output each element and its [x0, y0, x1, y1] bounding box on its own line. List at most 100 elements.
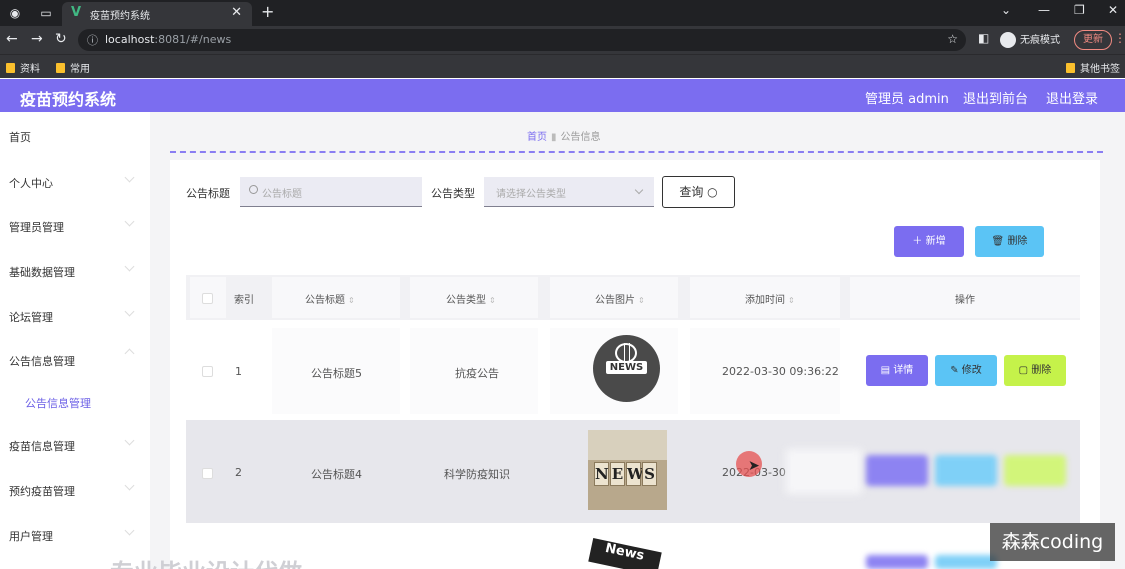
sidebar-item-user-management[interactable]: 用户管理	[9, 528, 53, 544]
notice-image[interactable]: NEWS	[588, 430, 667, 510]
select-all-checkbox[interactable]	[202, 293, 213, 304]
row-type: 科学防疫知识	[444, 468, 510, 481]
minimize-icon[interactable]: —	[1038, 3, 1050, 17]
breadcrumb: 首页 ▮ 公告信息	[527, 128, 601, 143]
type-filter-label: 公告类型	[431, 187, 475, 200]
chevron-down-icon	[634, 185, 644, 195]
title-search-input[interactable]: 公告标题	[240, 177, 422, 207]
overlay-caption: 专业毕业设计代做	[110, 553, 302, 569]
sidebar-item-forum[interactable]: 论坛管理	[9, 309, 53, 325]
sort-icon[interactable]: ⇕	[489, 296, 496, 305]
incognito-icon	[1000, 32, 1016, 48]
sidebar-item-vaccine-appointment[interactable]: 预约疫苗管理	[9, 483, 75, 499]
exit-to-front-link[interactable]: 退出到前台	[963, 88, 1028, 107]
url-text: localhost:8081/#/news	[105, 33, 232, 46]
trash-icon: ▢	[1018, 365, 1029, 376]
news-tiles: N E WS	[594, 462, 658, 488]
info-icon[interactable]: ⓘ	[87, 32, 98, 48]
close-window-icon[interactable]: ✕	[1108, 3, 1118, 17]
vue-logo-icon: V	[71, 5, 82, 20]
row-type: 抗疫公告	[455, 367, 499, 380]
url-field[interactable]: ⓘ localhost:8081/#/news ☆	[78, 29, 966, 51]
plus-icon: ＋	[912, 236, 923, 247]
new-tab-icon[interactable]: +	[261, 2, 274, 21]
delete-button[interactable]	[1004, 455, 1066, 486]
browser-tab-bar: ◉ ▭ V 疫苗预约系统 ✕ + ⌄ — ❐ ✕	[0, 0, 1125, 26]
folder-icon	[56, 63, 65, 73]
row-checkbox[interactable]	[202, 366, 213, 377]
sidebar-item-notice-management[interactable]: 公告信息管理	[9, 353, 75, 369]
edit-button[interactable]: ✎ 修改	[935, 355, 997, 386]
search-icon	[249, 185, 258, 194]
batch-delete-button[interactable]: 🗑 删除	[975, 226, 1044, 257]
sidebar-item-base-data[interactable]: 基础数据管理	[9, 264, 75, 280]
admin-user-label: 管理员 admin	[865, 92, 949, 107]
breadcrumb-home[interactable]: 首页	[527, 132, 547, 143]
incognito-indicator[interactable]: 无痕模式	[1000, 31, 1060, 48]
add-button[interactable]: ＋ 新增	[894, 226, 964, 257]
delete-button[interactable]: ▢ 删除	[1004, 355, 1066, 386]
restore-icon[interactable]: ❐	[1074, 3, 1085, 17]
address-bar-row: ← → ↻ ⓘ localhost:8081/#/news ☆ ◧ 无痕模式 更…	[0, 26, 1125, 54]
blurred-region	[786, 449, 862, 494]
type-select[interactable]: 请选择公告类型	[484, 177, 654, 207]
query-button[interactable]: 查询 ○	[662, 176, 735, 208]
update-button[interactable]: 更新	[1074, 30, 1112, 50]
browser-menu-kebab-icon[interactable]: ⋮	[1114, 31, 1125, 45]
breadcrumb-separator-icon: ▮	[551, 132, 557, 143]
detail-button[interactable]: ▤ 详情	[866, 355, 928, 386]
bookmarks-bar: 资料 常用 其他书签	[0, 54, 1125, 78]
reload-icon[interactable]: ↻	[55, 31, 67, 47]
sidebar-item-vaccine-info[interactable]: 疫苗信息管理	[9, 438, 75, 454]
detail-button[interactable]	[866, 455, 928, 486]
bookmark-folder-ziliao[interactable]: 资料	[6, 60, 40, 75]
sort-icon[interactable]: ⇕	[638, 296, 645, 305]
row-checkbox[interactable]	[202, 468, 213, 479]
column-header-title[interactable]: 公告标题 ⇕	[305, 291, 355, 306]
title-filter-label: 公告标题	[186, 187, 230, 200]
notice-image[interactable]: NEWS	[593, 335, 660, 402]
pencil-icon: ✎	[950, 365, 959, 376]
sidebar-item-home[interactable]: 首页	[9, 129, 31, 145]
sidebar-item-admin-management[interactable]: 管理员管理	[9, 219, 64, 235]
globe-icon	[615, 343, 637, 363]
bookmark-star-icon[interactable]: ☆	[947, 32, 958, 46]
forward-icon[interactable]: →	[31, 31, 43, 47]
column-header-actions: 操作	[955, 295, 975, 306]
folder-icon	[1066, 63, 1075, 73]
sidebar-subitem-notice-management[interactable]: 公告信息管理	[25, 395, 91, 411]
browser-tab[interactable]: V 疫苗预约系统 ✕	[62, 2, 252, 26]
app-header: 疫苗预约系统 管理员 admin 退出到前台 退出登录	[0, 79, 1125, 112]
logout-link[interactable]: 退出登录	[1046, 88, 1098, 107]
column-header-type[interactable]: 公告类型 ⇕	[446, 291, 496, 306]
tab-search-icon[interactable]: ▭	[37, 4, 55, 22]
close-tab-icon[interactable]: ✕	[231, 5, 242, 20]
mouse-cursor-icon: ➤	[748, 458, 760, 474]
app-title: 疫苗预约系统	[20, 90, 117, 109]
row-index: 1	[235, 365, 242, 378]
row-title: 公告标题5	[311, 367, 362, 380]
edit-button[interactable]	[935, 555, 997, 569]
folder-icon	[6, 63, 15, 73]
detail-button[interactable]	[866, 555, 928, 569]
sort-icon[interactable]: ⇕	[348, 296, 355, 305]
side-panel-icon[interactable]: ◧	[978, 31, 989, 45]
column-header-image[interactable]: 公告图片 ⇕	[595, 291, 645, 306]
chevron-down-icon[interactable]: ⌄	[1001, 3, 1011, 17]
browser-menu-icon[interactable]: ◉	[6, 4, 24, 22]
breadcrumb-current: 公告信息	[560, 132, 601, 143]
tab-title: 疫苗预约系统	[90, 11, 150, 22]
bookmark-folder-changyong[interactable]: 常用	[56, 60, 90, 75]
edit-button[interactable]	[935, 455, 997, 486]
search-icon: ○	[707, 185, 718, 199]
trash-icon: 🗑	[991, 236, 1005, 247]
other-bookmarks[interactable]: 其他书签	[1066, 60, 1120, 75]
back-icon[interactable]: ←	[6, 31, 18, 47]
sidebar-item-personal-center[interactable]: 个人中心	[9, 175, 53, 191]
sort-icon[interactable]: ⇕	[788, 296, 795, 305]
column-header-index: 索引	[234, 295, 254, 306]
divider	[170, 151, 1103, 153]
watermark: 森森coding	[990, 523, 1115, 561]
column-header-time[interactable]: 添加时间 ⇕	[745, 291, 795, 306]
row-time: 2022-03-30 09:36:22	[722, 365, 839, 378]
